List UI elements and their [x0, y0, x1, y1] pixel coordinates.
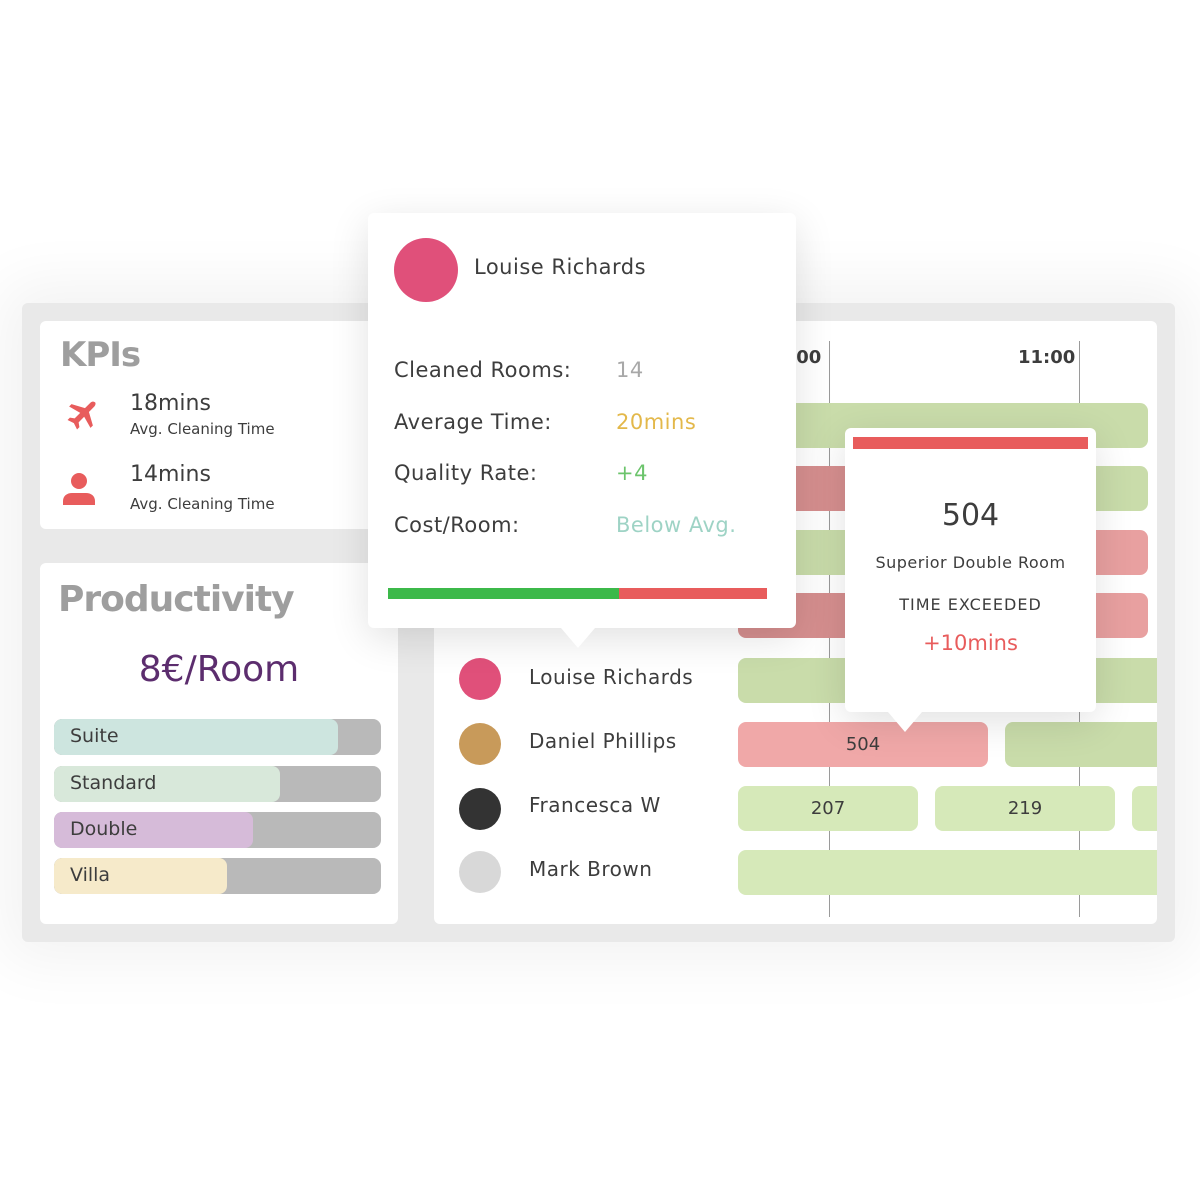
productivity-title: Productivity — [58, 579, 295, 620]
room-status: TIME EXCEEDED — [899, 595, 1042, 614]
airplane-icon — [67, 401, 96, 430]
productivity-card: Productivity 8€/Room Suite Standard Doub… — [40, 563, 398, 924]
stat-value: 14 — [616, 358, 644, 382]
room-type-bar-suite: Suite — [54, 719, 381, 755]
task-bar-504[interactable]: 504 — [738, 722, 988, 767]
time-delta: +10mins — [923, 631, 1018, 655]
time-label: 11:00 — [1018, 347, 1076, 368]
score-bad — [619, 588, 767, 599]
avatar — [459, 851, 501, 893]
avatar — [394, 238, 458, 302]
room-type-label: Suite — [70, 725, 119, 747]
person-icon — [63, 473, 95, 505]
score-good — [388, 588, 620, 599]
popup-staff-name: Louise Richards — [474, 255, 647, 279]
room-type-bar-standard: Standard — [54, 766, 381, 802]
kpi-label-2: Avg. Cleaning Time — [130, 495, 275, 513]
room-type-bar-villa: Villa — [54, 858, 381, 894]
room-type: Superior Double Room — [875, 553, 1066, 572]
cost-per-room: 8€/Room — [138, 649, 300, 690]
room-type-bar-double: Double — [54, 812, 381, 848]
status-accent-bar — [853, 437, 1088, 449]
stat-label: Cleaned Rooms: — [394, 358, 572, 382]
avatar — [459, 788, 501, 830]
kpi-title: KPIs — [60, 335, 141, 375]
room-type-label: Villa — [70, 864, 111, 886]
stat-value: +4 — [616, 461, 648, 485]
room-popup: 504 Superior Double Room TIME EXCEEDED +… — [845, 428, 1096, 732]
popup-pointer — [561, 628, 595, 648]
kpi-value-2: 14mins — [130, 462, 211, 487]
avatar — [459, 658, 501, 700]
task-bar[interactable] — [1005, 722, 1157, 767]
kpi-card: KPIs 18mins Avg. Cleaning Time 14mins Av… — [40, 321, 380, 529]
room-number: 504 — [941, 498, 1000, 533]
staff-name[interactable]: Mark Brown — [529, 857, 652, 881]
task-bar[interactable] — [738, 850, 1157, 895]
task-bar-219[interactable]: 219 — [935, 786, 1115, 831]
popup-pointer — [888, 712, 922, 732]
stat-label: Cost/Room: — [394, 513, 520, 537]
score-bar — [388, 588, 767, 599]
staff-name[interactable]: Louise Richards — [529, 665, 693, 689]
kpi-value-1: 18mins — [130, 391, 211, 416]
staff-popup: Louise Richards Cleaned Rooms: 14 Averag… — [368, 213, 796, 648]
stat-label: Quality Rate: — [394, 461, 538, 485]
staff-name[interactable]: Daniel Phillips — [529, 729, 677, 753]
stat-value: Below Avg. — [616, 513, 737, 537]
kpi-label-1: Avg. Cleaning Time — [130, 420, 275, 438]
task-bar[interactable] — [1132, 786, 1157, 831]
room-type-label: Standard — [70, 772, 157, 794]
avatar — [459, 723, 501, 765]
room-type-label: Double — [70, 818, 138, 840]
staff-name[interactable]: Francesca W — [529, 793, 661, 817]
task-bar-207[interactable]: 207 — [738, 786, 918, 831]
stat-label: Average Time: — [394, 410, 552, 434]
stat-value: 20mins — [616, 410, 697, 434]
